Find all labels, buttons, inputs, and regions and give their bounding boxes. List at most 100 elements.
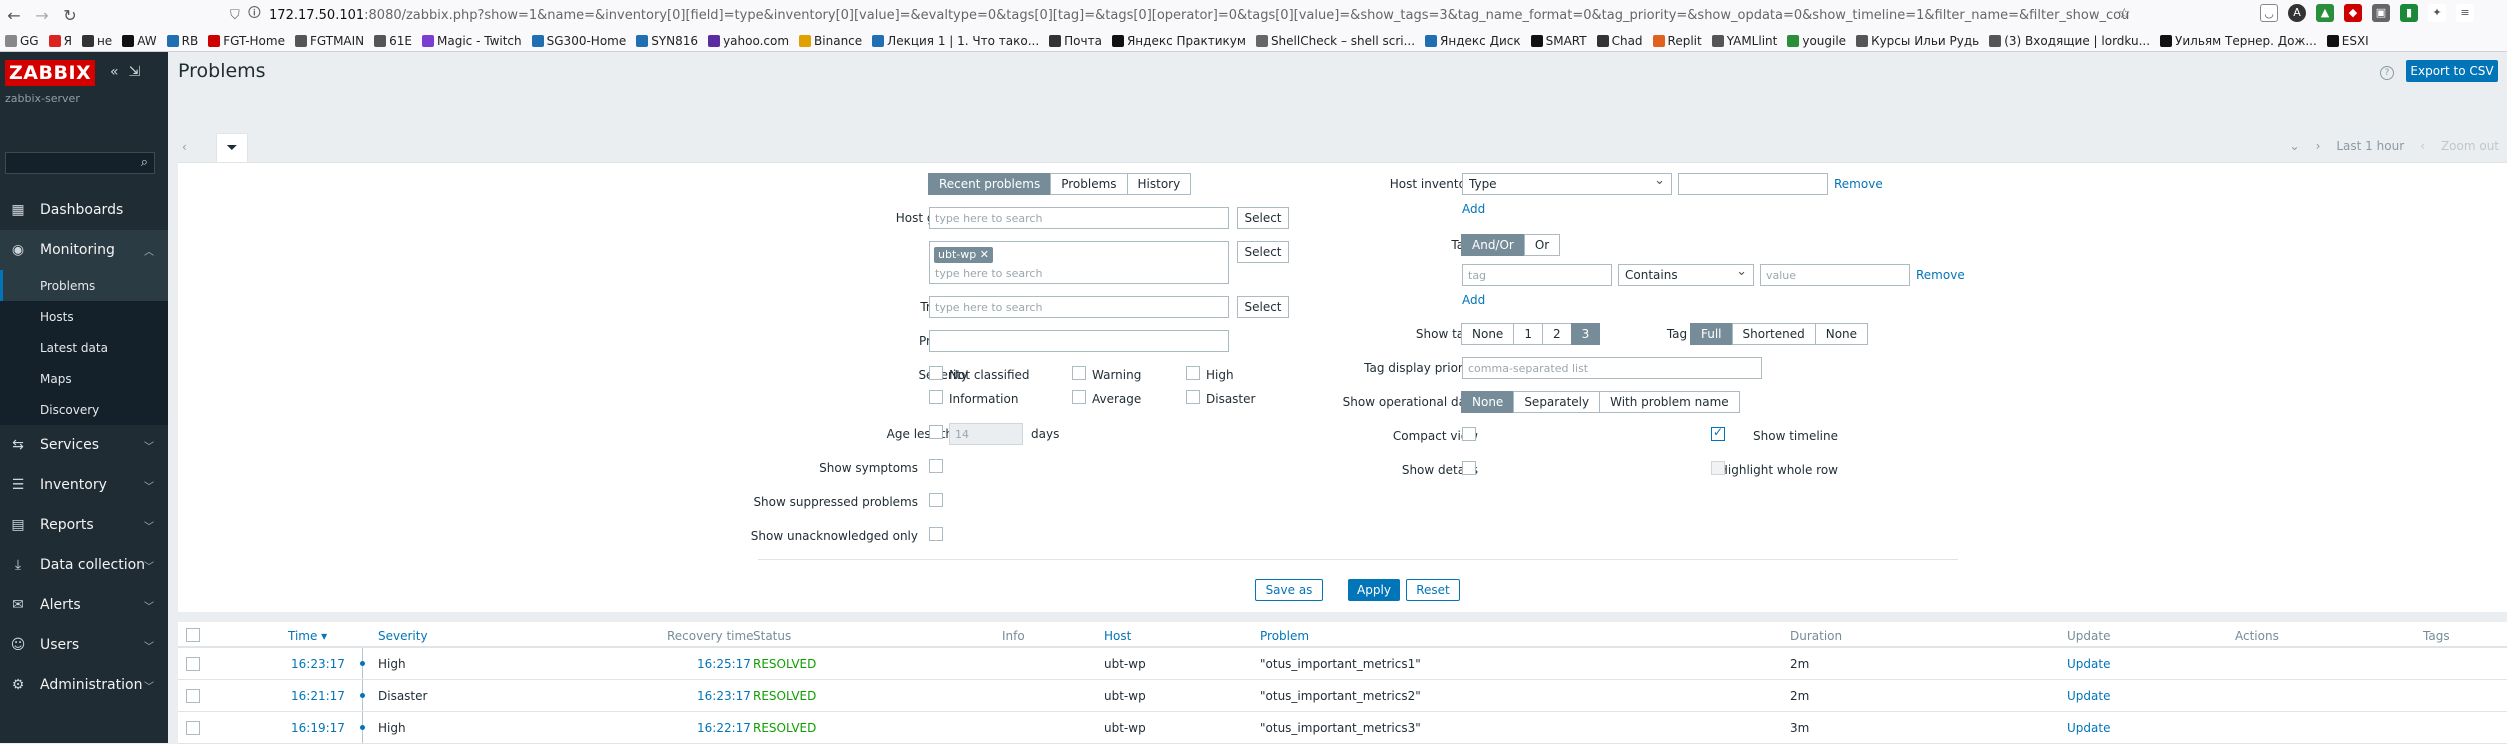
row-host[interactable]: ubt-wp [1104,721,1146,735]
menu-monitoring[interactable]: ◉ Monitoring ︿ [0,230,168,270]
zabbix-logo[interactable]: ZABBIX [5,60,96,86]
menu-icon[interactable]: ≡ [2456,4,2474,22]
submenu-hosts[interactable]: Hosts [0,301,168,332]
col-time[interactable]: Time ▾ [288,629,327,643]
tag-add-link[interactable]: Add [1462,293,1485,307]
host-inventory-field-select[interactable]: Type [1462,173,1672,195]
tag-remove-link[interactable]: Remove [1916,268,1965,282]
show-symptoms-checkbox[interactable] [929,459,943,473]
back-icon[interactable]: ← [0,3,28,27]
show-details-checkbox[interactable] [1462,461,1476,475]
row-recovery-time[interactable]: 16:25:17 [697,657,751,671]
tag-name-none[interactable]: None [1814,323,1869,345]
row-time[interactable]: 16:19:17 [291,721,345,735]
collapse-sidebar-icon[interactable]: « [110,64,119,80]
row-problem[interactable]: "otus_important_metrics1" [1260,657,1421,671]
ublock-icon[interactable]: ◆ [2344,4,2362,22]
remove-chip-icon[interactable]: ✕ [980,248,989,261]
tags-and-or[interactable]: And/Or [1461,234,1525,256]
account-icon[interactable]: A [2288,4,2306,22]
severity-high-checkbox[interactable] [1186,366,1200,380]
show-tags-2[interactable]: 2 [1541,323,1572,345]
bookmark-item[interactable]: 61E [369,34,417,48]
sidebar-search-input[interactable]: ⌕ [5,152,155,174]
col-severity[interactable]: Severity [378,629,428,643]
submenu-latest-data[interactable]: Latest data [0,332,168,363]
show-suppressed-checkbox[interactable] [929,493,943,507]
kiosk-mode-icon[interactable]: ⇲ [129,64,141,80]
submenu-problems[interactable]: Problems [0,270,168,301]
opdata-separately[interactable]: Separately [1513,391,1601,413]
bookmark-item[interactable]: ShellCheck – shell scri... [1251,34,1420,48]
select-all-checkbox[interactable] [186,628,200,642]
help-icon[interactable]: ? [2380,66,2394,80]
bookmark-item[interactable]: GG [0,34,44,48]
triggers-select-button[interactable]: Select [1237,296,1289,318]
show-history[interactable]: History [1126,173,1192,195]
bookmark-item[interactable]: FGTMAIN [290,34,369,48]
bookmark-item[interactable]: Уильям Тернер. Дож... [2155,34,2322,48]
bookmark-star-icon[interactable]: ☆ [2118,6,2131,22]
severity-warning-checkbox[interactable] [1072,366,1086,380]
bookmark-item[interactable]: Chad [1592,34,1648,48]
bookmark-item[interactable]: не [77,34,117,48]
tag-name-shortened[interactable]: Shortened [1731,323,1816,345]
show-tags-none[interactable]: None [1461,323,1515,345]
extension-icon[interactable]: ▲ [2316,4,2334,22]
forward-icon[interactable]: → [28,3,56,27]
row-host[interactable]: ubt-wp [1104,689,1146,703]
bookmark-item[interactable]: Почта [1044,34,1107,48]
show-unack-checkbox[interactable] [929,527,943,541]
row-checkbox[interactable] [186,689,200,703]
row-update-link[interactable]: Update [2067,657,2110,671]
highlight-row-checkbox[interactable] [1711,461,1725,475]
col-host[interactable]: Host [1104,629,1131,643]
bookmark-item[interactable]: RB [162,34,204,48]
row-recovery-time[interactable]: 16:23:17 [697,689,751,703]
host-groups-input[interactable]: type here to search [929,207,1229,229]
bookmark-item[interactable]: Replit [1648,34,1707,48]
show-recent-problems[interactable]: Recent problems [928,173,1052,195]
host-inventory-remove-link[interactable]: Remove [1834,177,1883,191]
tag-priority-input[interactable]: comma-separated list [1462,357,1762,379]
severity-not-classified-checkbox[interactable] [929,366,943,380]
tags-or[interactable]: Or [1523,234,1561,256]
show-tags-3[interactable]: 3 [1570,323,1601,345]
age-input[interactable]: 14 [949,423,1023,445]
hosts-select-button[interactable]: Select [1237,241,1289,263]
bookmark-item[interactable]: SG300-Home [527,34,632,48]
reset-button[interactable]: Reset [1406,579,1460,601]
menu-dashboards[interactable]: ▦ Dashboards [0,190,168,230]
row-problem[interactable]: "otus_important_metrics3" [1260,721,1421,735]
extension3-icon[interactable]: ▮ [2400,4,2418,22]
row-host[interactable]: ubt-wp [1104,657,1146,671]
menu-alerts[interactable]: ✉ Alerts ﹀ [0,585,168,625]
show-problems[interactable]: Problems [1050,173,1128,195]
save-as-button[interactable]: Save as [1255,579,1323,601]
age-checkbox[interactable] [929,425,943,439]
problem-input[interactable] [929,330,1229,352]
col-problem[interactable]: Problem [1260,629,1309,643]
bookmark-item[interactable]: Я [44,34,77,48]
extension2-icon[interactable]: ▣ [2372,4,2390,22]
host-inventory-value-input[interactable] [1678,173,1828,195]
bookmark-item[interactable]: Лекция 1 | 1. Что тако... [867,34,1044,48]
filter-tab[interactable]: ⏷ [216,133,248,163]
severity-average-checkbox[interactable] [1072,390,1086,404]
severity-disaster-checkbox[interactable] [1186,390,1200,404]
show-tags-1[interactable]: 1 [1513,323,1543,345]
compact-view-checkbox[interactable] [1462,427,1476,441]
address-bar[interactable]: ⛉ 🛈 172.17.50.101:8080/zabbix.php?show=1… [230,3,2130,27]
bookmark-item[interactable]: SYN816 [631,34,703,48]
severity-information-checkbox[interactable] [929,390,943,404]
tab-next-icon[interactable]: › [2316,139,2321,153]
row-recovery-time[interactable]: 16:22:17 [697,721,751,735]
tag-operator-select[interactable]: Contains [1618,264,1754,286]
bookmark-item[interactable]: YAMLlint [1707,34,1783,48]
bookmark-item[interactable]: Яндекс Диск [1420,34,1526,48]
menu-users[interactable]: ☺ Users ﹀ [0,625,168,665]
tag-value-input[interactable]: value [1760,264,1910,286]
host-inventory-add-link[interactable]: Add [1462,202,1485,216]
row-time[interactable]: 16:21:17 [291,689,345,703]
bookmark-item[interactable]: ESXI [2322,34,2374,48]
